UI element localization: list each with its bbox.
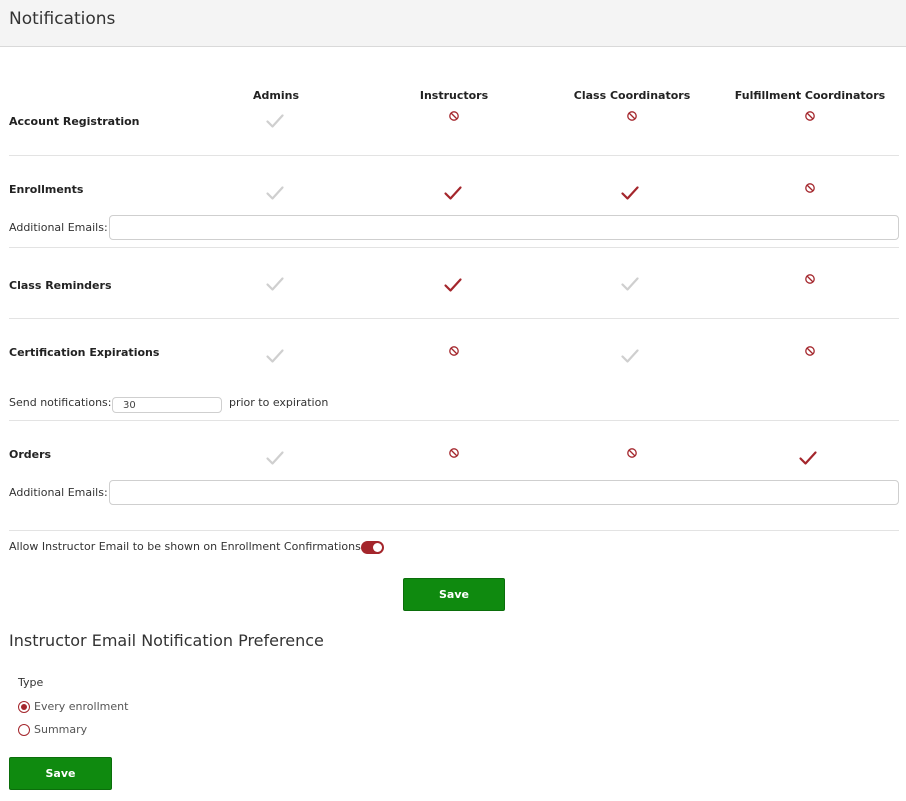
column-header-admins: Admins (253, 89, 299, 102)
cell-class-reminders-instructors[interactable] (443, 275, 463, 295)
checkmark-icon (266, 451, 284, 465)
cell-account-registration-class-coordinators (622, 106, 642, 126)
blocked-icon (805, 111, 815, 121)
checkmark-icon (266, 186, 284, 200)
blocked-icon (627, 111, 637, 121)
row-label-certification-expirations: Certification Expirations (9, 346, 160, 359)
row-label-enrollments: Enrollments (9, 183, 84, 196)
enrollments-additional-emails-input[interactable] (109, 215, 899, 240)
row-label-orders: Orders (9, 448, 52, 461)
divider (9, 530, 899, 531)
divider (9, 247, 899, 248)
blocked-icon (449, 448, 459, 458)
row-label-class-reminders: Class Reminders (9, 279, 112, 292)
radio-selected-dot (21, 704, 27, 710)
enrollments-additional-emails-label: Additional Emails: (9, 221, 108, 234)
orders-additional-emails-label: Additional Emails: (9, 486, 108, 499)
cell-orders-instructors (444, 443, 464, 463)
toggle-knob (373, 543, 382, 552)
send-notifications-label: Send notifications: (9, 396, 112, 409)
save-preference-button[interactable]: Save (9, 757, 112, 790)
page-title: Notifications (9, 9, 116, 29)
cell-certification-expirations-admins (265, 346, 285, 366)
blocked-icon (449, 346, 459, 356)
radio-label-every-enrollment[interactable]: Every enrollment (34, 700, 128, 713)
blocked-icon (449, 111, 459, 121)
cell-class-reminders-class-coordinators[interactable] (620, 274, 640, 294)
divider (9, 155, 899, 156)
divider (9, 318, 899, 319)
preference-section-title: Instructor Email Notification Preference (9, 631, 324, 650)
expiration-days-input[interactable] (112, 397, 222, 413)
checkmark-icon (799, 451, 817, 465)
column-header-fulfillment-coordinators: Fulfillment Coordinators (734, 89, 886, 102)
save-notifications-button[interactable]: Save (403, 578, 505, 611)
radio-summary[interactable] (18, 724, 30, 736)
cell-certification-expirations-instructors (444, 341, 464, 361)
cell-class-reminders-admins (265, 274, 285, 294)
cell-certification-expirations-fulfillment-coordinators (800, 341, 820, 361)
allow-instructor-email-label: Allow Instructor Email to be shown on En… (9, 540, 365, 553)
checkmark-icon (266, 277, 284, 291)
blocked-icon (805, 274, 815, 284)
allow-instructor-email-toggle[interactable] (361, 541, 384, 554)
cell-enrollments-admins (265, 183, 285, 203)
cell-orders-class-coordinators (622, 443, 642, 463)
type-label: Type (18, 676, 44, 689)
cell-enrollments-instructors[interactable] (443, 183, 463, 203)
divider (9, 420, 899, 421)
row-label-account-registration: Account Registration (9, 115, 140, 128)
checkmark-icon (444, 278, 462, 292)
blocked-icon (805, 346, 815, 356)
cell-orders-admins (265, 448, 285, 468)
checkmark-icon (444, 186, 462, 200)
checkmark-icon (621, 349, 639, 363)
blocked-icon (627, 448, 637, 458)
cell-enrollments-fulfillment-coordinators (800, 178, 820, 198)
blocked-icon (805, 183, 815, 193)
column-header-instructors: Instructors (419, 89, 489, 102)
page-header: Notifications (0, 0, 906, 47)
cell-class-reminders-fulfillment-coordinators (800, 269, 820, 289)
cell-orders-fulfillment-coordinators[interactable] (798, 448, 818, 468)
cell-account-registration-instructors (444, 106, 464, 126)
column-header-class-coordinators: Class Coordinators (573, 89, 691, 102)
orders-additional-emails-input[interactable] (109, 480, 899, 505)
checkmark-icon (621, 186, 639, 200)
cell-certification-expirations-class-coordinators[interactable] (620, 346, 640, 366)
checkmark-icon (266, 349, 284, 363)
checkmark-icon (621, 277, 639, 291)
cell-account-registration-fulfillment-coordinators (800, 106, 820, 126)
cell-enrollments-class-coordinators[interactable] (620, 183, 640, 203)
prior-to-expiration-label: prior to expiration (229, 396, 329, 409)
radio-label-summary[interactable]: Summary (34, 723, 87, 736)
radio-every-enrollment[interactable] (18, 701, 30, 713)
cell-account-registration-admins (265, 111, 285, 131)
checkmark-icon (266, 114, 284, 128)
